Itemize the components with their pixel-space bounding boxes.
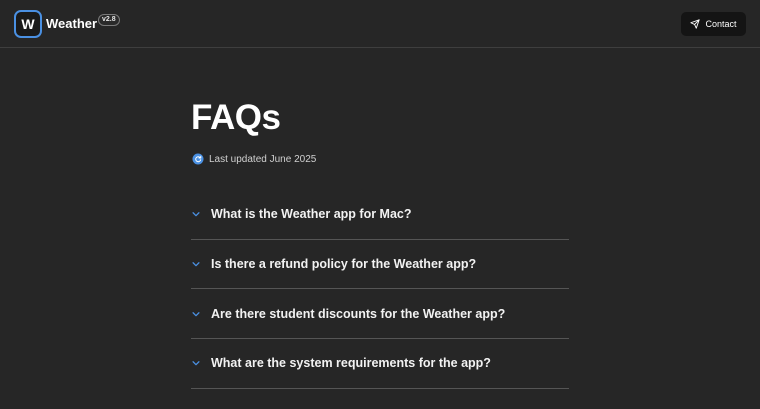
top-bar: W Weather v2.8 Contact (0, 0, 760, 48)
faq-item[interactable]: Is there a refund policy for the Weather… (191, 240, 569, 290)
faq-item[interactable]: Are there student discounts for the Weat… (191, 289, 569, 340)
refresh-icon (192, 153, 204, 165)
send-icon (690, 19, 701, 29)
faq-question: Is there a refund policy for the Weather… (211, 257, 477, 272)
logo-letter: W (21, 16, 35, 32)
contact-label: Contact (705, 19, 737, 29)
version-badge: v2.8 (98, 14, 120, 26)
last-updated-text: Last updated June 2025 (209, 153, 317, 165)
faq-question: Are there student discounts for the Weat… (211, 306, 506, 321)
faq-question: What is the Weather app for Mac? (211, 207, 412, 222)
faq-list: What is the Weather app for Mac? Is ther… (191, 190, 569, 389)
chevron-down-icon (192, 311, 200, 317)
contact-button[interactable]: Contact (681, 12, 746, 36)
faq-item[interactable]: What are the system requirements for the… (191, 339, 569, 389)
faq-question: What are the system requirements for the… (211, 356, 491, 371)
last-updated: Last updated June 2025 (192, 152, 316, 166)
app-logo[interactable]: W (14, 10, 42, 38)
chevron-down-icon (192, 262, 200, 267)
chevron-down-icon (192, 361, 200, 366)
chevron-down-icon (192, 212, 200, 217)
faq-item[interactable]: What is the Weather app for Mac? (191, 190, 569, 240)
brand-name[interactable]: Weather (46, 16, 97, 31)
page-title: FAQs (191, 98, 281, 137)
